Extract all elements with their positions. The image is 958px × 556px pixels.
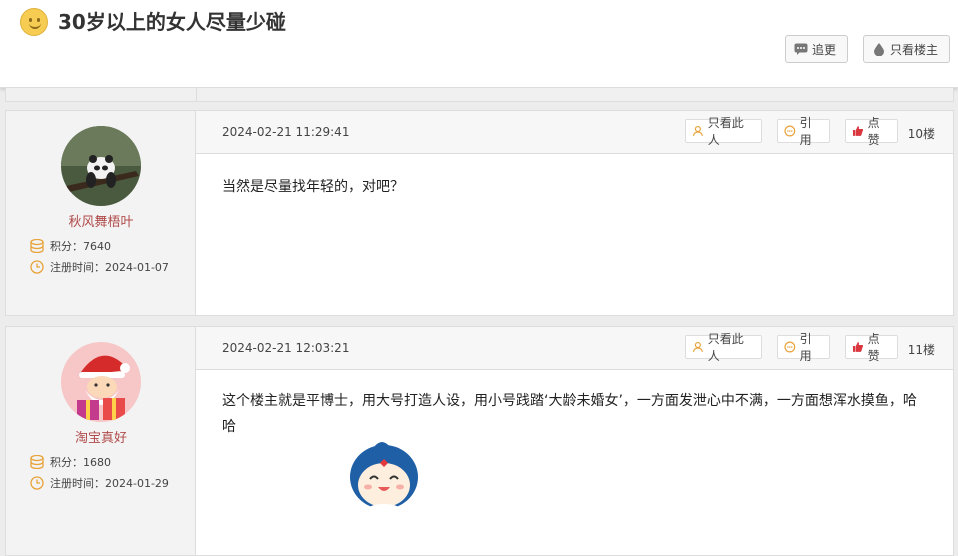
only-this-user-label: 只看此人 [707,116,744,147]
avatar[interactable] [61,342,141,422]
points-value: 7640 [83,239,111,253]
post-content: 这个楼主就是平博士，用大号打造人设，用小号践踏‘大龄未婚女’，一方面发泄心中不满… [222,393,917,435]
quote-label: 引用 [799,116,812,147]
post-floor-11: 淘宝真好 积分： 1680 注册时间： 2024-01-29 2024-02-21 … [5,326,954,556]
floor-number: 10楼 [907,127,935,141]
comment-icon [794,43,808,55]
previous-post-edge [5,88,954,102]
coins-icon [30,239,44,253]
like-label: 点赞 [867,332,880,363]
smiley-icon [20,8,48,36]
user-icon [692,125,703,137]
post-floor-10: 秋风舞梧叶 积分： 7640 注册时间： 2024-01-07 2024-02-21… [5,110,954,316]
reg-time-value: 2024-01-29 [105,476,169,490]
only-this-user-button[interactable]: 只看此人 [685,116,762,147]
post-content: 当然是尽量找年轻的，对吧？ [222,179,404,195]
reg-time-value: 2024-01-07 [105,260,169,274]
reg-time-row: 注册时间： 2024-01-29 [30,475,169,491]
points-label: 积分： [50,240,83,253]
user-icon [692,341,703,353]
thumbs-up-icon [852,126,864,136]
only-this-user-button[interactable]: 只看此人 [685,332,762,363]
clock-icon [30,260,44,274]
quote-button[interactable]: 引用 [777,332,830,363]
points-label: 积分： [50,456,83,469]
like-label: 点赞 [867,116,880,147]
only-op-label: 只看楼主 [890,42,939,57]
follow-button[interactable]: 追更 [785,35,848,63]
follow-label: 追更 [812,42,837,57]
avatar[interactable] [61,126,141,206]
coins-icon [30,455,44,469]
post-timestamp: 2024-02-21 11:29:41 [222,125,350,139]
points-row: 积分： 1680 [30,454,111,470]
reg-time-row: 注册时间： 2024-01-07 [30,259,169,275]
reg-time-label: 注册时间： [50,261,105,274]
username[interactable]: 秋风舞梧叶 [6,211,196,230]
user-sidebar: 淘宝真好 积分： 1680 注册时间： 2024-01-29 [6,327,196,555]
points-value: 1680 [83,455,111,469]
thread-header: 30岁以上的女人尽量少碰 追更 只看楼主 [0,0,958,88]
reg-time-label: 注册时间： [50,477,105,490]
username[interactable]: 淘宝真好 [6,427,196,446]
quote-icon [784,125,796,137]
user-sidebar: 秋风舞梧叶 积分： 7640 注册时间： 2024-01-07 [6,111,196,315]
only-this-user-label: 只看此人 [707,332,744,363]
post-meta-bar: 2024-02-21 12:03:21 只看此人 引用 点赞 11楼 [196,327,953,370]
points-row: 积分： 7640 [30,238,111,254]
drop-icon [874,43,884,56]
quote-button[interactable]: 引用 [777,116,830,147]
like-button[interactable]: 点赞 [845,116,898,147]
quote-label: 引用 [799,332,812,363]
clock-icon [30,476,44,490]
thumbs-up-icon [852,342,864,352]
penguin-emoji-sticker [346,439,422,519]
only-op-button[interactable]: 只看楼主 [863,35,950,63]
floor-number: 11楼 [907,343,935,357]
quote-icon [784,341,796,353]
thread-title: 30岁以上的女人尽量少碰 [58,10,286,34]
post-meta-bar: 2024-02-21 11:29:41 只看此人 引用 点赞 10楼 [196,111,953,154]
post-timestamp: 2024-02-21 12:03:21 [222,341,350,355]
like-button[interactable]: 点赞 [845,332,898,363]
